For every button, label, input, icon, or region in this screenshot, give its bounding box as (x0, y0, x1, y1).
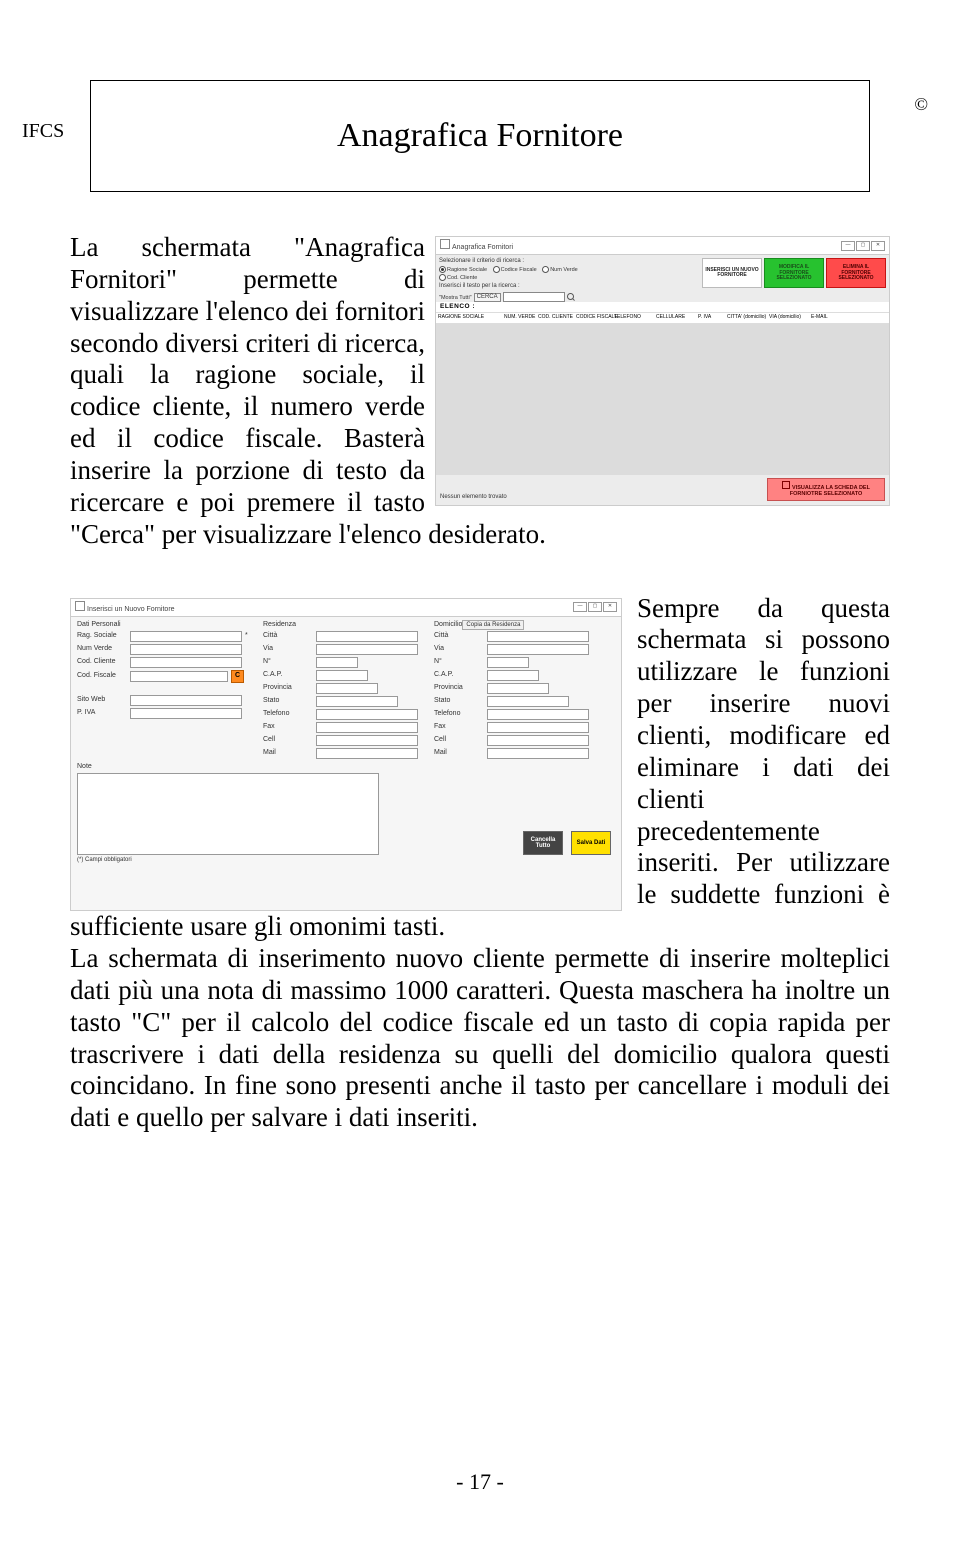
input-d-mail[interactable] (487, 748, 589, 759)
label-r-citta: Città (263, 632, 313, 640)
data-grid[interactable] (436, 324, 889, 476)
cerca-button[interactable]: CERCA (474, 293, 501, 302)
label-d-prov: Provincia (434, 684, 484, 692)
note-label: Note (77, 763, 379, 771)
inserisci-fornitore-button[interactable]: INSERISCI UN NUOVO FORNITORE (702, 258, 762, 288)
label-d-fax: Fax (434, 723, 484, 731)
elenco-label: ELENCO : (436, 302, 889, 313)
paragraph-2-full: La schermata di inserimento nuovo client… (70, 943, 890, 1134)
search-icon[interactable] (567, 293, 575, 301)
label-d-tel: Telefono (434, 710, 484, 718)
label-num-verde: Num Verde (77, 645, 127, 653)
input-d-fax[interactable] (487, 722, 589, 733)
label-cod-cliente: Cod. Cliente (77, 658, 127, 666)
cancella-tutto-button[interactable]: Cancella Tutto (523, 831, 563, 855)
label-d-via: Via (434, 645, 484, 653)
label-sito-web: Sito Web (77, 696, 127, 704)
input-r-stato[interactable] (316, 696, 398, 707)
label-d-mail: Mail (434, 749, 484, 757)
input-r-n[interactable] (316, 657, 358, 668)
radio-ragione-sociale[interactable]: Ragione Sociale (439, 266, 487, 273)
window-title-2: Inserisci un Nuovo Fornitore (75, 601, 175, 614)
input-d-n[interactable] (487, 657, 529, 668)
column-headers: RAGIONE SOCIALE NUM. VERDE COD. CLIENTE … (436, 313, 889, 324)
search-text-label: Inserisci il testo per la ricerca : (439, 283, 699, 290)
label-d-n: N° (434, 658, 484, 666)
input-d-citta[interactable] (487, 631, 589, 642)
radio-codice-fiscale[interactable]: Codice Fiscale (493, 266, 537, 273)
input-d-via[interactable] (487, 644, 589, 655)
window-control-icons-2[interactable]: —▢✕ (572, 602, 617, 612)
visualizza-scheda-button[interactable]: VISUALIZZA LA SCHEDA DEL FORNIOTRE SELEZ… (767, 478, 885, 501)
label-r-mail: Mail (263, 749, 313, 757)
empty-message: Nessun elemento trovato (440, 494, 507, 501)
label-rag-sociale: Rag. Sociale (77, 632, 127, 640)
search-criteria-label: Selezionare il criterio di ricerca : (439, 258, 699, 265)
input-r-mail[interactable] (316, 748, 418, 759)
input-num-verde[interactable] (130, 644, 242, 655)
label-r-prov: Provincia (263, 684, 313, 692)
label-r-stato: Stato (263, 697, 313, 705)
input-r-fax[interactable] (316, 722, 418, 733)
label-d-citta: Città (434, 632, 484, 640)
copia-residenza-button[interactable]: Copia da Residenza (462, 620, 524, 630)
label-r-cell: Cell (263, 736, 313, 744)
radio-cod-cliente[interactable]: Cod. Cliente (439, 274, 477, 281)
input-r-cell[interactable] (316, 735, 418, 746)
label-r-via: Via (263, 645, 313, 653)
elimina-fornitore-button[interactable]: ELIMINA IL FORNITORE SELEZIONATO (826, 258, 886, 288)
label-r-n: N° (263, 658, 313, 666)
input-rag-sociale[interactable] (130, 631, 242, 642)
input-d-stato[interactable] (487, 696, 569, 707)
label-d-cell: Cell (434, 736, 484, 744)
page-title: Anagrafica Fornitore (90, 80, 870, 192)
group-residenza: Residenza (263, 621, 428, 629)
label-cod-fiscale: Cod. Fiscale (77, 672, 127, 680)
radio-num-verde[interactable]: Num Verde (542, 266, 578, 273)
input-r-cap[interactable] (316, 670, 368, 681)
input-cod-fiscale[interactable] (130, 671, 228, 682)
window-control-icons[interactable]: —▢✕ (840, 241, 885, 251)
group-domicilio: DomicilioCopia da Residenza (434, 621, 609, 629)
salva-dati-button[interactable]: Salva Dati (571, 831, 611, 855)
input-r-citta[interactable] (316, 631, 418, 642)
note-textarea[interactable] (77, 773, 379, 855)
input-sito-web[interactable] (130, 695, 242, 706)
search-input[interactable] (503, 292, 565, 302)
input-cod-cliente[interactable] (130, 657, 242, 668)
label-r-cap: C.A.P. (263, 671, 313, 679)
input-r-tel[interactable] (316, 709, 418, 720)
screenshot-anagrafica-fornitori: Anagrafica Fornitori —▢✕ Selezionare il … (435, 236, 890, 506)
screenshot-inserisci-fornitore: Inserisci un Nuovo Fornitore —▢✕ Dati Pe… (70, 598, 622, 911)
label-d-stato: Stato (434, 697, 484, 705)
group-dati-personali: Dati Personali (77, 621, 257, 629)
input-d-tel[interactable] (487, 709, 589, 720)
input-r-prov[interactable] (316, 683, 378, 694)
input-d-prov[interactable] (487, 683, 549, 694)
copyright-mark: © (914, 94, 928, 115)
input-d-cell[interactable] (487, 735, 589, 746)
window-title: Anagrafica Fornitori (440, 239, 513, 252)
input-r-via[interactable] (316, 644, 418, 655)
label-r-fax: Fax (263, 723, 313, 731)
label-d-cap: C.A.P. (434, 671, 484, 679)
required-note: (*) Campi obbligatori (71, 855, 621, 866)
label-piva: P. IVA (77, 709, 127, 717)
input-piva[interactable] (130, 708, 242, 719)
calc-codfiscale-button[interactable]: C (231, 670, 244, 683)
mostra-tutti-label: "Mostra Tutti" (439, 295, 472, 301)
header-ifcs: IFCS (22, 120, 64, 143)
modifica-fornitore-button[interactable]: MODIFICA IL FORNITORE SELEZIONATO (764, 258, 824, 288)
input-d-cap[interactable] (487, 670, 539, 681)
label-r-tel: Telefono (263, 710, 313, 718)
